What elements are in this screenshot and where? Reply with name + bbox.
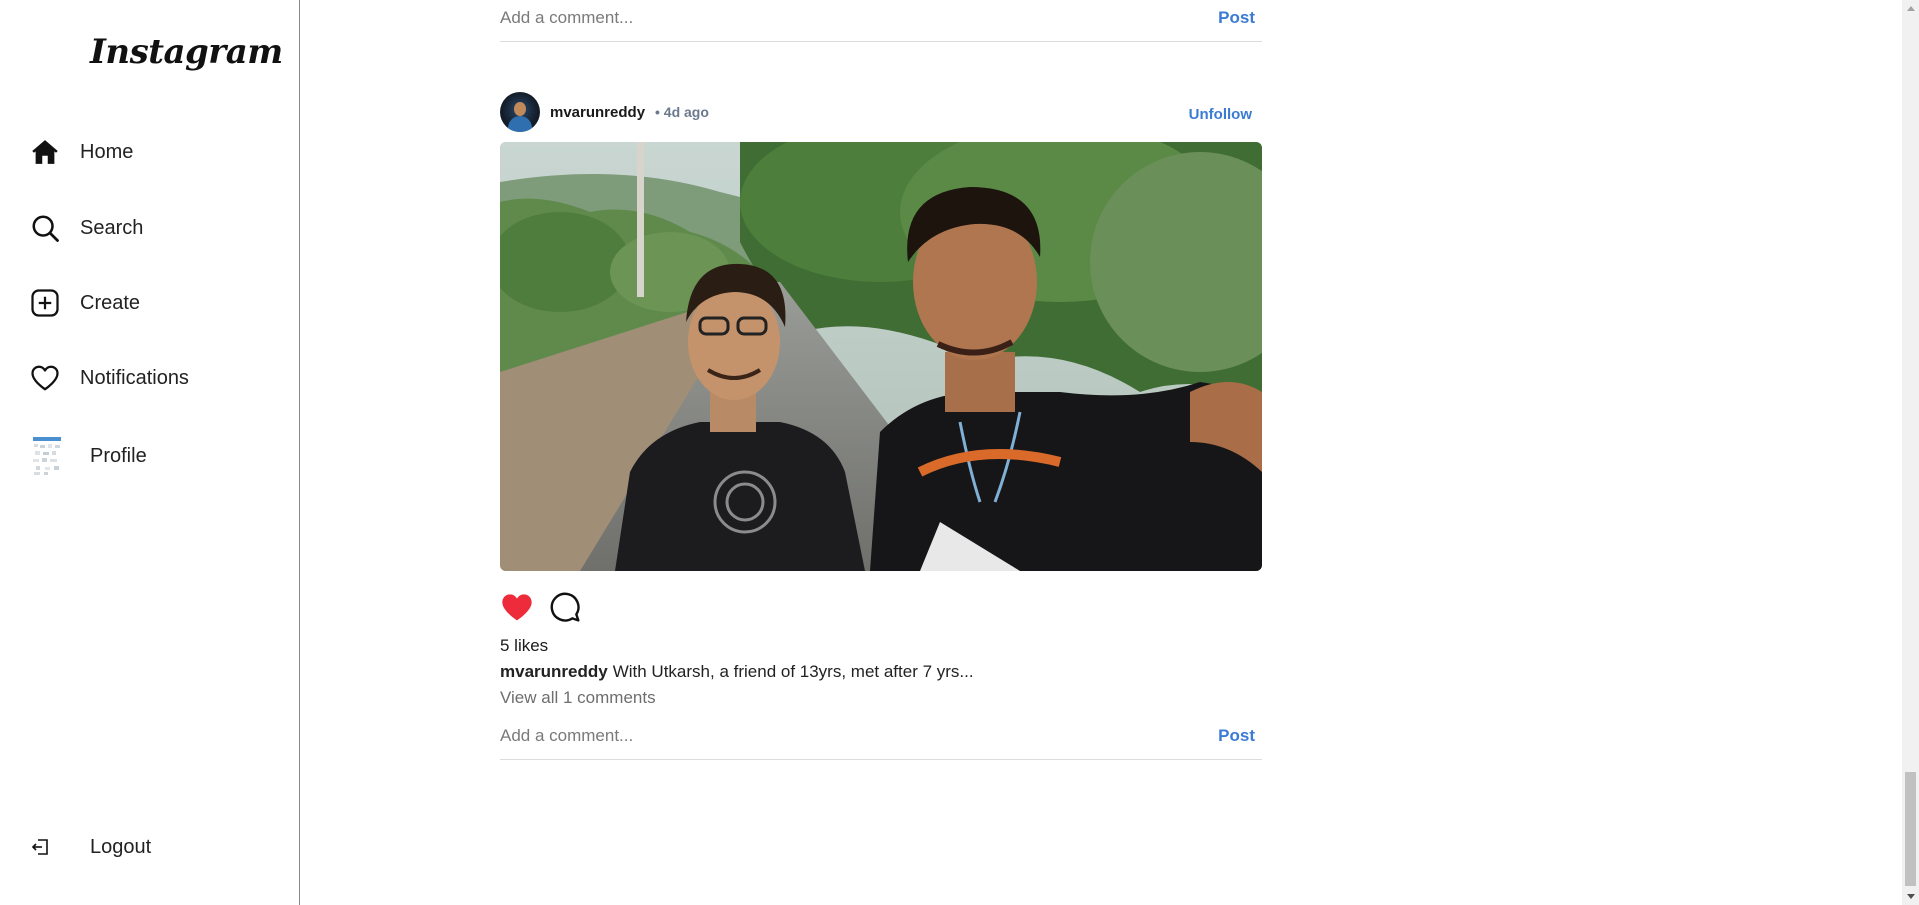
post-comment-button[interactable]: Post [1218, 8, 1255, 28]
sidebar-item-label: Home [80, 140, 134, 163]
post-actions [500, 590, 582, 624]
caption-text: With Utkarsh, a friend of 13yrs, met aft… [612, 662, 974, 681]
heart-icon [30, 363, 60, 393]
comment-input[interactable] [500, 8, 1160, 28]
previous-post-comment-bar: Post [500, 0, 1262, 42]
post-card: mvarunreddy • 4d ago Unfollow 5 likes mv… [500, 92, 1262, 760]
comment-icon[interactable] [548, 590, 582, 624]
caption-username[interactable]: mvarunreddy [500, 662, 608, 681]
comment-input[interactable] [500, 726, 1160, 746]
sidebar-item-notifications[interactable]: Notifications [30, 358, 189, 398]
post-username[interactable]: mvarunreddy [550, 104, 645, 121]
post-comment-bar: Post [500, 712, 1262, 760]
view-comments-link[interactable]: View all 1 comments [500, 688, 656, 708]
logout-icon [30, 832, 50, 862]
avatar[interactable] [500, 92, 540, 132]
post-header: mvarunreddy • 4d ago Unfollow [500, 92, 1262, 132]
sidebar-item-home[interactable]: Home [30, 132, 133, 172]
post-image[interactable] [500, 142, 1262, 571]
heart-icon[interactable] [500, 590, 534, 624]
search-icon [30, 213, 60, 243]
logout-label: Logout [90, 835, 152, 858]
sidebar-item-search[interactable]: Search [30, 208, 143, 248]
sidebar: Instagram Home Search Create Notificatio… [0, 0, 300, 905]
sidebar-item-create[interactable]: Create [30, 283, 140, 323]
post-comment-button[interactable]: Post [1218, 726, 1255, 746]
sidebar-item-label: Notifications [80, 366, 189, 389]
instagram-logo[interactable]: Instagram [90, 32, 283, 72]
scrollbar-thumb[interactable] [1905, 772, 1916, 886]
post-caption: mvarunreddy With Utkarsh, a friend of 13y… [500, 662, 974, 682]
avatar [30, 436, 64, 476]
sidebar-item-profile[interactable]: Profile [30, 436, 147, 476]
sidebar-item-label: Profile [90, 444, 147, 467]
sidebar-item-label: Create [80, 291, 141, 314]
scroll-up-icon[interactable] [1902, 0, 1919, 17]
home-icon [30, 137, 60, 167]
unfollow-button[interactable]: Unfollow [1189, 106, 1252, 123]
likes-count: 5 likes [500, 636, 549, 655]
plus-square-icon [30, 288, 60, 318]
post-timestamp: • 4d ago [655, 104, 709, 120]
sidebar-item-label: Search [80, 216, 144, 239]
scrollbar[interactable] [1902, 0, 1919, 905]
logout-button[interactable]: Logout [30, 827, 151, 867]
scroll-down-icon[interactable] [1902, 888, 1919, 905]
